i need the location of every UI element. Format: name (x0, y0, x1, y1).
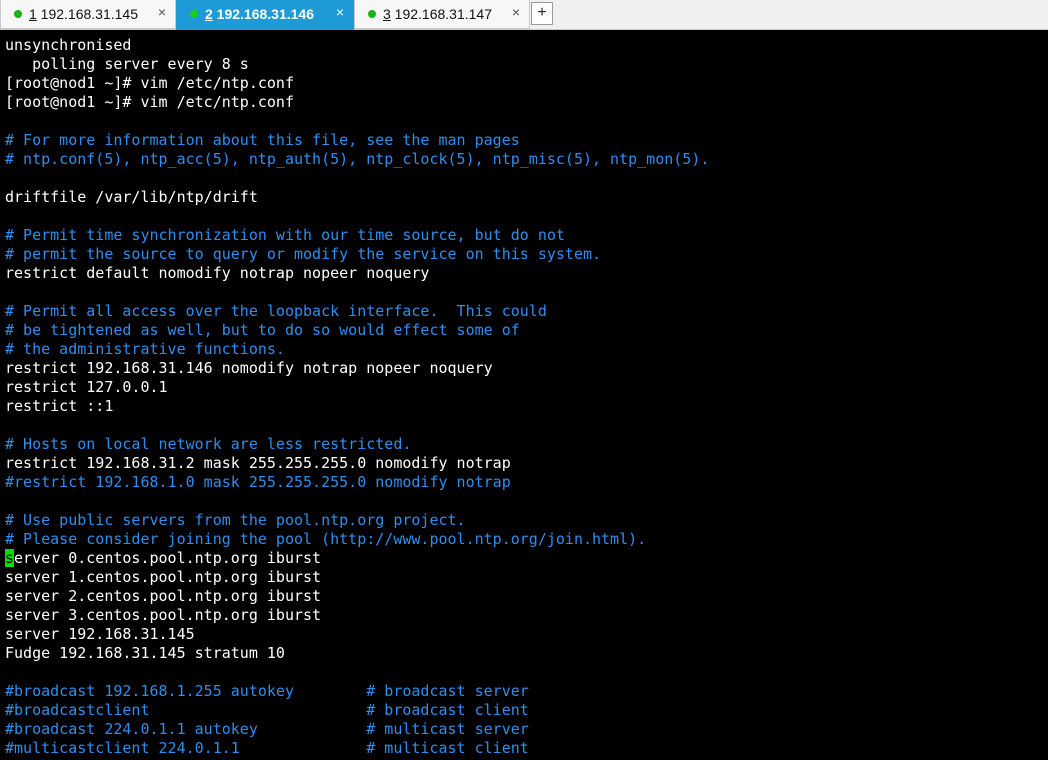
connected-status-icon (368, 10, 376, 18)
terminal-line: Fudge 192.168.31.145 stratum 10 (5, 644, 285, 662)
new-tab-button[interactable]: + (531, 2, 553, 25)
config-comment-line: # For more information about this file, … (5, 131, 520, 149)
tab-session-2[interactable]: 2 192.168.31.146 × (176, 0, 354, 30)
close-tab-icon[interactable]: × (336, 4, 344, 20)
close-tab-icon[interactable]: × (158, 4, 166, 20)
terminal-line: restrict default nomodify notrap nopeer … (5, 264, 430, 282)
terminal-line: restrict ::1 (5, 397, 114, 415)
terminal-line: [root@nod1 ~]# vim /etc/ntp.conf (5, 93, 294, 111)
config-comment-line: # ntp.conf(5), ntp_acc(5), ntp_auth(5), … (5, 150, 710, 168)
config-comment-line: # Permit time synchronization with our t… (5, 226, 565, 244)
connected-status-icon (14, 10, 22, 18)
tab-session-1[interactable]: 1 192.168.31.145 × (0, 0, 176, 29)
config-comment-line: # Permit all access over the loopback in… (5, 302, 547, 320)
config-comment-line: # Please consider joining the pool (http… (5, 530, 647, 548)
config-comment-line: #broadcast 224.0.1.1 autokey # multicast… (5, 720, 529, 738)
config-comment-line: # Use public servers from the pool.ntp.o… (5, 511, 466, 529)
tab-bar: 1 192.168.31.145 × 2 192.168.31.146 × 3 … (0, 0, 1048, 30)
config-comment-line: #multicastclient 224.0.1.1 # multicast c… (5, 739, 529, 757)
terminal-line: restrict 192.168.31.146 nomodify notrap … (5, 359, 493, 377)
terminal-output[interactable]: unsynchronised polling server every 8 s[… (0, 30, 1048, 760)
config-comment-line: # Hosts on local network are less restri… (5, 435, 412, 453)
config-comment-line: #broadcast 192.168.1.255 autokey # broad… (5, 682, 529, 700)
config-comment-line: # the administrative functions. (5, 340, 285, 358)
terminal-text: unsynchronised polling server every 8 s[… (5, 36, 709, 758)
terminal-line: polling server every 8 s (5, 55, 249, 73)
tab-label: 2 192.168.31.146 (205, 6, 315, 22)
close-tab-icon[interactable]: × (512, 4, 520, 20)
tab-session-3[interactable]: 3 192.168.31.147 × (354, 0, 530, 29)
text-cursor: s (5, 549, 15, 567)
tab-label: 3 192.168.31.147 (383, 6, 493, 22)
terminal-line: server 3.centos.pool.ntp.org iburst (5, 606, 322, 624)
terminal-line: server 192.168.31.145 (5, 625, 195, 643)
config-comment-line: #restrict 192.168.1.0 mask 255.255.255.0… (5, 473, 511, 491)
config-comment-line: #broadcastclient # broadcast client (5, 701, 529, 719)
tab-label: 1 192.168.31.145 (29, 6, 139, 22)
terminal-line: server 0.centos.pool.ntp.org iburst (5, 549, 322, 567)
terminal-line: driftfile /var/lib/ntp/drift (5, 188, 258, 206)
terminal-line: restrict 127.0.0.1 (5, 378, 168, 396)
terminal-line: [root@nod1 ~]# vim /etc/ntp.conf (5, 74, 294, 92)
config-comment-line: # permit the source to query or modify t… (5, 245, 602, 263)
config-comment-line: # be tightened as well, but to do so wou… (5, 321, 520, 339)
terminal-line: unsynchronised (5, 36, 132, 54)
connected-status-icon (190, 10, 198, 18)
terminal-line: server 2.centos.pool.ntp.org iburst (5, 587, 322, 605)
terminal-line: restrict 192.168.31.2 mask 255.255.255.0… (5, 454, 511, 472)
terminal-line: server 1.centos.pool.ntp.org iburst (5, 568, 322, 586)
